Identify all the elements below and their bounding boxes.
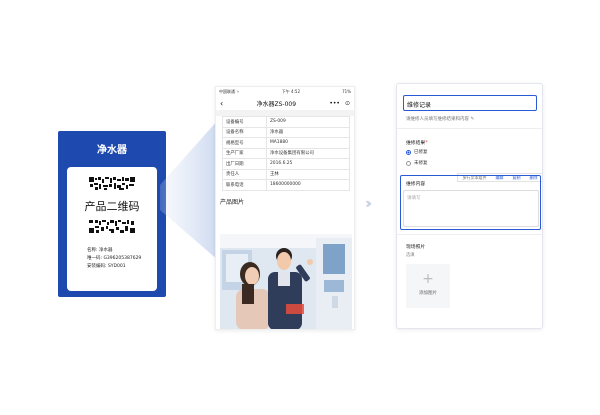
- content-placeholder: 请填写: [407, 196, 421, 201]
- flow-arrows-icon: ›››: [365, 196, 373, 212]
- row-value: ZS-009: [266, 116, 350, 128]
- required-mark: *: [425, 141, 428, 146]
- radio-off-icon: [406, 160, 411, 166]
- table-row: 出厂日期 2016.6.25: [222, 158, 350, 170]
- table-row: 责任人 王林: [222, 168, 350, 180]
- radio-on-icon: [406, 149, 411, 155]
- phone-screen: 中国联通 ⚬ 下午 4:52 71% ‹ 净水器ZS-009 ••• ⊙ 设备编…: [215, 86, 355, 330]
- row-key: 出厂日期: [222, 158, 267, 170]
- qr-info-install: 安装编码: SYD001: [87, 264, 126, 269]
- content-textarea[interactable]: 请填写: [403, 190, 539, 227]
- table-row: 规格型号 MA1880: [222, 137, 350, 149]
- back-icon[interactable]: ‹: [220, 99, 223, 108]
- status-battery: 71%: [342, 89, 351, 94]
- add-photo-label: 添加图片: [419, 291, 437, 296]
- row-value: 18600000000: [266, 179, 350, 191]
- row-value: 净水器: [266, 126, 350, 138]
- status-carrier: 中国联通 ⚬: [219, 88, 240, 94]
- photo-hint: 选填: [406, 253, 415, 258]
- table-row: 联系电话 18600000000: [222, 179, 350, 191]
- row-key: 设备名称: [222, 126, 267, 138]
- record-subtitle: 请维修人员填写维修结果和内容 ✎: [406, 116, 474, 122]
- qr-card-inner: 产品二维码 名称: 净水器 唯一码: G396205387629 安装编码: S…: [67, 167, 157, 291]
- result-label-text: 维修结果: [406, 141, 426, 146]
- more-icon[interactable]: •••: [329, 100, 340, 107]
- row-value: 王林: [266, 168, 350, 180]
- record-subtitle-text: 请维修人员填写维修结果和内容: [406, 117, 469, 122]
- table-row: 设备名称 净水器: [222, 126, 350, 138]
- qr-info-name: 名称: 净水器: [87, 248, 113, 253]
- qr-code-label: 产品二维码: [84, 200, 140, 213]
- radio-unrepaired-label: 未修复: [414, 161, 428, 166]
- row-key: 联系电话: [222, 179, 267, 191]
- divider: [397, 128, 542, 129]
- qr-code-top: [89, 177, 135, 190]
- edit-pencil-icon[interactable]: ✎: [470, 117, 474, 122]
- row-key: 规格型号: [222, 137, 267, 149]
- plus-icon: +: [422, 271, 434, 287]
- target-icon[interactable]: ⊙: [345, 100, 350, 107]
- qr-card: 净水器 产品二维码 名称: 净水器 唯一码: G396205387629 安装编…: [58, 131, 166, 297]
- repair-form-panel: 维修记录 请维修人员填写维修结果和内容 ✎ 维修结果* 已修复 未修复 多行文本…: [396, 83, 543, 329]
- qr-info: 名称: 净水器 唯一码: G396205387629 安装编码: SYD001: [87, 247, 141, 271]
- scan-beam: [160, 120, 218, 260]
- radio-unrepaired[interactable]: 未修复: [406, 160, 428, 166]
- add-photo-button[interactable]: + 添加图片: [406, 264, 450, 308]
- product-photo: [220, 234, 352, 329]
- page-title: 净水器ZS-009: [256, 100, 297, 108]
- product-image-title: 产品图片: [220, 198, 245, 206]
- nav-bar: ‹ 净水器ZS-009 ••• ⊙: [216, 96, 354, 110]
- row-value: 净水设备集团有限公司: [266, 147, 350, 159]
- qr-info-code: 唯一码: G396205387629: [87, 256, 142, 261]
- divider: [397, 234, 542, 235]
- status-time: 下午 4:52: [281, 88, 300, 94]
- content-label: 维修内容: [406, 182, 426, 187]
- row-value: MA1880: [266, 137, 350, 149]
- row-key: 责任人: [222, 168, 267, 180]
- radio-repaired[interactable]: 已修复: [406, 149, 428, 155]
- qr-code-bottom: [89, 220, 135, 233]
- table-row: 设备编号 ZS-009: [222, 116, 350, 128]
- qr-card-title: 净水器: [97, 145, 127, 156]
- result-label: 维修结果*: [406, 139, 428, 146]
- table-row: 生产厂家 净水设备集团有限公司: [222, 147, 350, 159]
- row-key: 生产厂家: [222, 147, 267, 159]
- status-bar: 中国联通 ⚬ 下午 4:52 71%: [216, 87, 354, 96]
- product-photo-illustration: [220, 234, 352, 329]
- row-value: 2016.6.25: [266, 158, 350, 170]
- radio-repaired-label: 已修复: [414, 150, 428, 155]
- photo-label: 现场照片: [406, 245, 426, 250]
- record-title-input[interactable]: 维修记录: [403, 95, 537, 111]
- row-key: 设备编号: [222, 116, 267, 128]
- device-info-table: 设备编号 ZS-009 设备名称 净水器 规格型号 MA1880 生产厂家 净水设备集团…: [222, 116, 350, 191]
